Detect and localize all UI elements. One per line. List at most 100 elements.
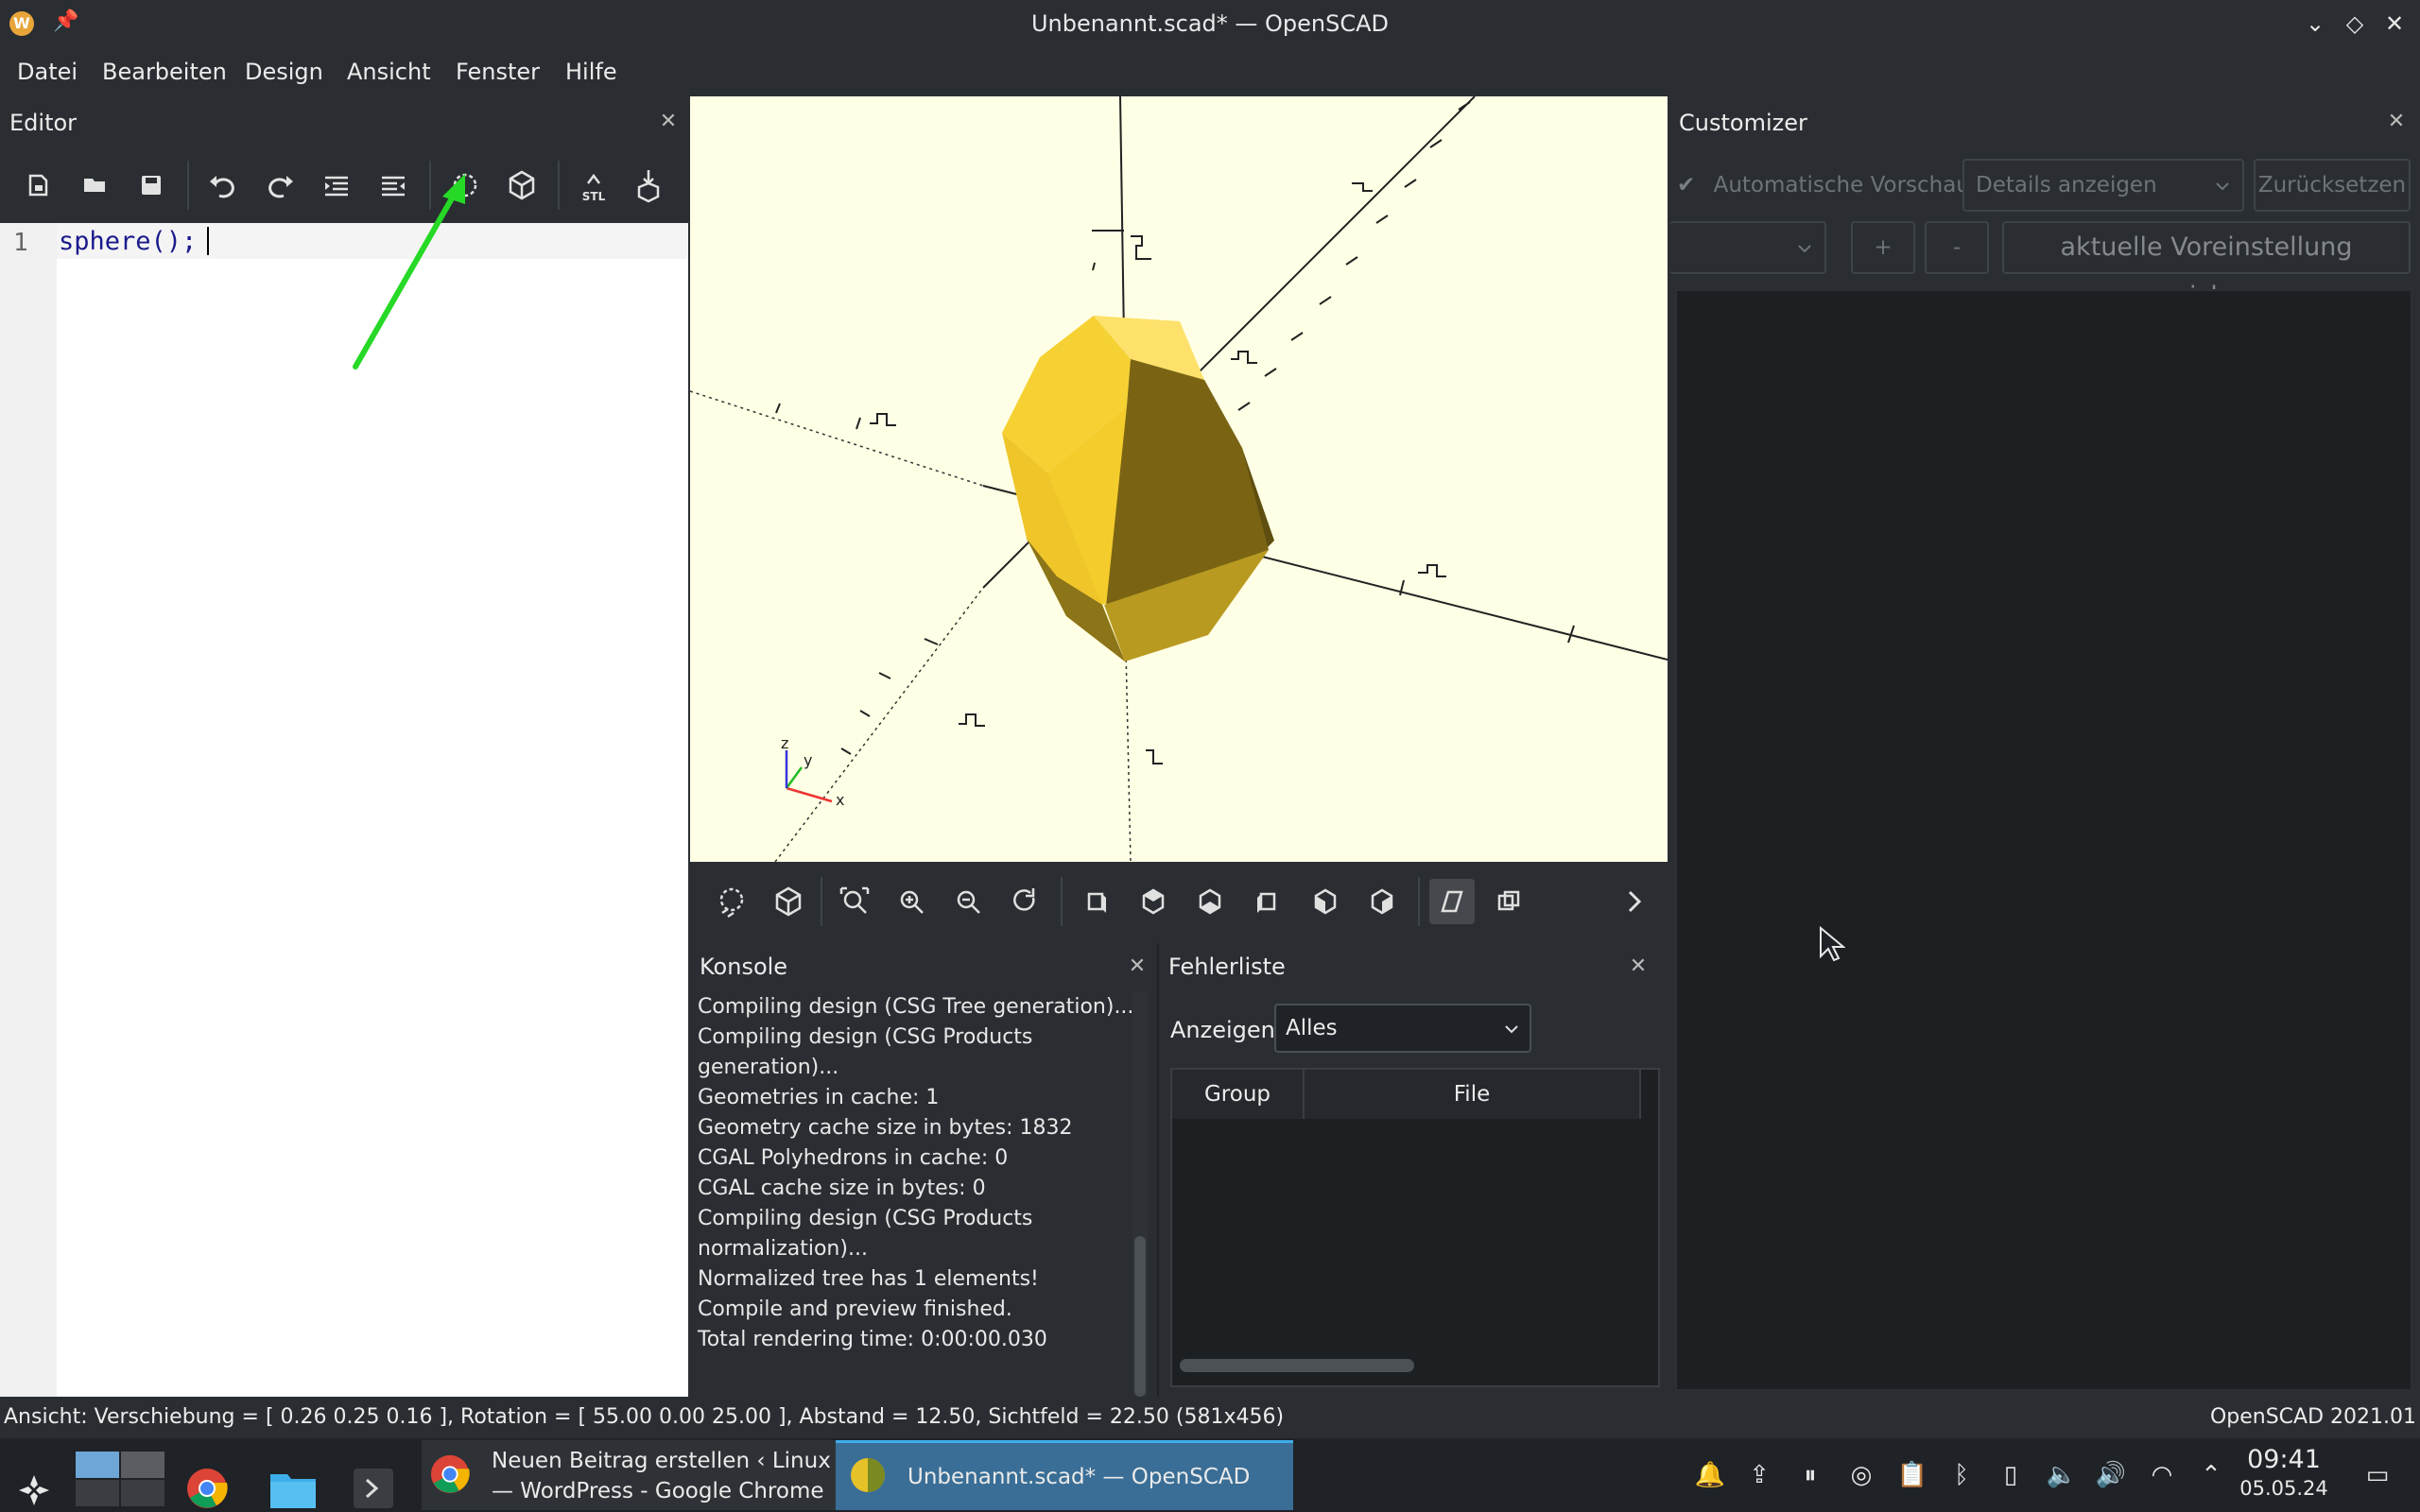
reset-button[interactable]: Zurücksetzen [2254,159,2411,212]
chevron-down-icon [1798,245,1811,253]
auto-preview-checkbox[interactable]: ✔ Automatische Vorschau [1677,159,1970,212]
customizer-close-icon[interactable]: ✕ [2384,110,2409,134]
customizer-parameters [1675,289,2412,1391]
annotation-arrow [353,174,465,369]
zoom-in-icon[interactable] [889,879,934,924]
save-file-icon[interactable] [129,163,174,208]
reset-view-icon[interactable] [1002,879,1047,924]
preview-icon[interactable] [709,879,754,924]
svg-text:STL: STL [582,190,606,203]
menu-fenster[interactable]: Fenster [456,47,540,96]
view-back-icon[interactable] [1359,879,1405,924]
console-line: Compiling design (CSG Tree generation)..… [698,995,1134,1019]
audio-output-icon[interactable]: 🔊 [2095,1459,2127,1491]
menu-design[interactable]: Design [245,47,323,96]
menu-datei[interactable]: Datei [17,47,78,96]
filter-value: Alles [1286,1016,1338,1040]
console-scrollbar[interactable] [1132,992,1148,1397]
code-line[interactable]: sphere(); [59,227,197,256]
export-stl-icon[interactable]: STL [571,163,616,208]
zoom-out-icon[interactable] [945,879,991,924]
axis-y-label: y [804,751,812,769]
console-output: Compiling design (CSG Tree generation)..… [698,992,1142,1355]
media-pause-icon[interactable]: ⏸ [1794,1459,1826,1491]
3d-viewport[interactable]: x y z [690,96,1668,862]
menu-bar: Datei Bearbeiten Design Ansicht Fenster … [0,47,2420,96]
console-close-icon[interactable]: ✕ [1125,954,1150,979]
add-preset-button[interactable]: + [1851,221,1915,274]
toolbar-more-icon[interactable] [1611,879,1656,924]
clipboard-icon[interactable]: 📋 [1896,1459,1928,1491]
clock-time: 09:41 [2247,1445,2321,1474]
render-icon[interactable] [499,163,544,208]
menu-ansicht[interactable]: Ansicht [347,47,431,96]
wifi-icon[interactable]: ◠ [2146,1459,2178,1491]
error-list-close-icon[interactable]: ✕ [1626,954,1651,979]
preset-select[interactable] [1669,221,1826,274]
chrome-icon [430,1454,470,1494]
view-bottom-icon[interactable] [1187,879,1233,924]
kdeconnect-icon[interactable]: ▯ [1995,1459,2027,1491]
console-title: Konsole [700,954,788,980]
tray-expand-icon[interactable]: ⌃ [2195,1459,2227,1491]
updates-icon[interactable]: ⇪ [1743,1459,1775,1491]
details-select[interactable]: Details anzeigen [1962,159,2244,212]
volume-icon[interactable]: 🔈 [2046,1459,2078,1491]
task-title-line1: Neuen Beitrag erstellen ‹ Linux-Bibel [492,1449,832,1473]
axis-z-label: z [781,734,788,752]
new-file-icon[interactable] [15,163,60,208]
menu-bearbeiten[interactable]: Bearbeiten [102,47,227,96]
minimize-icon[interactable]: ⌄ [2299,8,2331,40]
clock-date: 05.05.24 [2239,1477,2328,1500]
perspective-icon[interactable] [1429,879,1475,924]
view-left-icon[interactable] [1244,879,1289,924]
axis-x-label: x [836,791,844,809]
editor-close-icon[interactable]: ✕ [656,110,681,134]
column-file[interactable]: File [1305,1070,1641,1119]
console-line: CGAL cache size in bytes: 0 [698,1177,986,1200]
title-bar: W 📌 Unbenannt.scad* — OpenSCAD ⌄ ◇ ✕ [0,0,2420,47]
error-list-title: Fehlerliste [1168,954,1286,980]
editor-title: Editor [9,110,78,136]
task-title: Unbenannt.scad* — OpenSCAD [908,1465,1251,1489]
line-gutter: 1 [0,223,57,1397]
task-openscad[interactable]: Unbenannt.scad* — OpenSCAD [836,1440,1293,1510]
save-preset-button[interactable]: aktuelle Voreinstellung speichern [2002,221,2411,311]
console-line: generation)... [698,1056,839,1079]
disk-icon[interactable]: ◎ [1845,1459,1877,1491]
render-icon[interactable] [766,879,811,924]
undo-icon[interactable] [200,163,246,208]
terminal-icon[interactable] [352,1453,395,1512]
view-top-icon[interactable] [1131,879,1176,924]
notifications-icon[interactable]: 🔔 [1694,1459,1726,1491]
virtual-desktops[interactable] [74,1440,168,1510]
task-chrome-wordpress[interactable]: Neuen Beitrag erstellen ‹ Linux-Bibel — … [422,1440,836,1510]
maximize-icon[interactable]: ◇ [2339,8,2371,40]
clock[interactable]: 09:41 05.05.24 [2238,1444,2329,1501]
filter-select[interactable]: Alles [1274,1004,1531,1053]
task-title-line2: — WordPress - Google Chrome [492,1479,824,1503]
console-line: Total rendering time: 0:00:00.030 [698,1328,1047,1351]
column-group[interactable]: Group [1172,1070,1305,1119]
view-front-icon[interactable] [1303,879,1348,924]
view-all-icon[interactable] [832,879,877,924]
bluetooth-icon[interactable]: ᛒ [1945,1459,1978,1491]
code-editor[interactable]: 1 sphere(); [0,223,688,1397]
console-line: Geometries in cache: 1 [698,1086,940,1109]
open-file-icon[interactable] [72,163,117,208]
send-to-printer-icon[interactable] [626,163,671,208]
error-table-scrollbar[interactable] [1180,1359,1414,1372]
redo-icon[interactable] [257,163,302,208]
console-line: Compile and preview finished. [698,1297,1012,1321]
chrome-icon[interactable] [185,1453,229,1512]
close-window-icon[interactable]: ✕ [2378,8,2411,40]
view-right-icon[interactable] [1074,879,1119,924]
menu-hilfe[interactable]: Hilfe [565,47,617,96]
app-launcher-icon[interactable] [13,1455,55,1512]
show-desktop-icon[interactable]: ▭ [2361,1459,2394,1491]
line-number: 1 [13,229,28,257]
customizer-panel: Customizer ✕ ✔ Automatische Vorschau Det… [1669,96,2420,1397]
orthogonal-icon[interactable] [1486,879,1531,924]
file-manager-icon[interactable] [268,1455,318,1512]
remove-preset-button[interactable]: - [1925,221,1989,274]
